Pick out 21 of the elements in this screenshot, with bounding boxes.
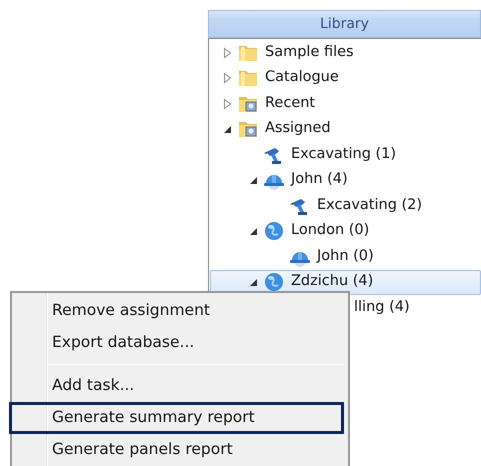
menu-item[interactable]: Add task... [9, 370, 344, 402]
tree-item-label[interactable]: Recent [265, 92, 316, 115]
tree-item-label[interactable]: Excavating (2) [317, 194, 422, 217]
tree-item-label[interactable]: Sample files [265, 42, 354, 64]
menu-item[interactable]: Export database... [9, 327, 344, 359]
globe-icon [263, 271, 285, 294]
menu-item[interactable]: Generate summary report [9, 402, 344, 434]
tree-item-label[interactable]: London (0) [291, 220, 370, 242]
menu-item[interactable]: Generate panels report [9, 434, 344, 466]
tree-item-label[interactable]: John (4) [291, 169, 348, 192]
tree-item-label[interactable]: John (0) [317, 246, 374, 268]
tree-item-label[interactable]: Assigned [265, 118, 331, 140]
collapsed-arrow-icon[interactable] [221, 72, 233, 84]
tree-item-label[interactable]: Excavating (1) [291, 144, 396, 166]
menu-item[interactable]: Remove assignment [9, 295, 344, 327]
panel-title: Library [320, 16, 369, 32]
collapsed-arrow-icon[interactable] [221, 46, 233, 59]
collapsed-arrow-icon[interactable] [221, 98, 233, 110]
globe-icon [263, 220, 285, 242]
tree-item-label[interactable]: Catalogue [265, 67, 339, 90]
tree-item-label[interactable]: lling (4) [354, 296, 410, 319]
